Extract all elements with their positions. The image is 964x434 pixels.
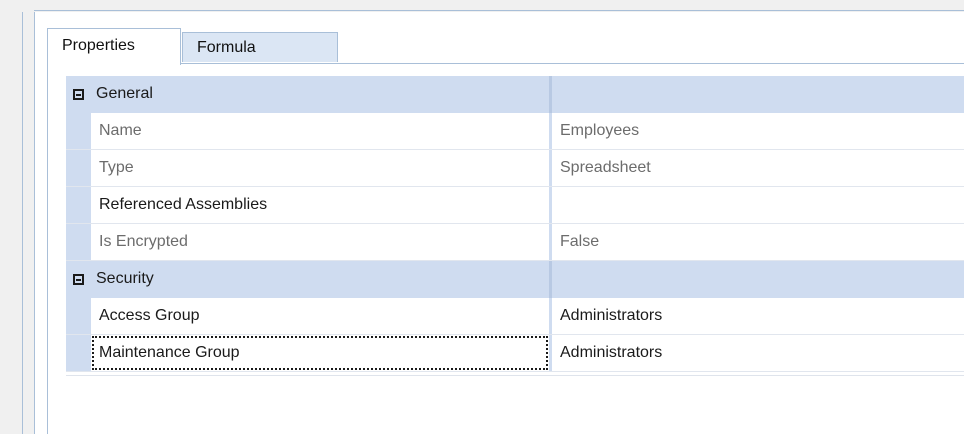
property-name: Is Encrypted bbox=[99, 233, 188, 250]
panel-border bbox=[47, 63, 48, 434]
left-rail-inner bbox=[34, 12, 35, 434]
property-row-access-group[interactable]: Access Group Administrators bbox=[66, 298, 964, 335]
tab-formula[interactable]: Formula bbox=[182, 32, 338, 62]
category-security[interactable]: Security bbox=[66, 261, 964, 298]
property-value[interactable] bbox=[552, 187, 964, 223]
property-row-type[interactable]: Type Spreadsheet bbox=[66, 150, 964, 187]
collapse-icon[interactable] bbox=[73, 89, 84, 100]
property-value[interactable]: Spreadsheet bbox=[552, 150, 964, 186]
property-value[interactable]: False bbox=[552, 224, 964, 260]
collapse-icon[interactable] bbox=[73, 274, 84, 285]
tab-underline bbox=[47, 63, 964, 64]
column-splitter[interactable] bbox=[549, 261, 552, 298]
category-label: General bbox=[96, 85, 153, 102]
property-row-referenced-assemblies[interactable]: Referenced Assemblies bbox=[66, 187, 964, 224]
property-name: Referenced Assemblies bbox=[99, 196, 268, 213]
property-grid: General Name Employees Type Spreadsheet … bbox=[66, 76, 964, 372]
property-value[interactable]: Employees bbox=[552, 113, 964, 149]
grid-bottom-border bbox=[66, 375, 964, 376]
left-gutter bbox=[0, 0, 34, 434]
column-splitter[interactable] bbox=[549, 76, 552, 113]
top-strip bbox=[0, 0, 964, 12]
property-row-is-encrypted[interactable]: Is Encrypted False bbox=[66, 224, 964, 261]
property-name: Access Group bbox=[99, 307, 200, 324]
property-value[interactable]: Administrators bbox=[552, 335, 964, 371]
category-general[interactable]: General bbox=[66, 76, 964, 113]
property-name: Type bbox=[99, 159, 134, 176]
property-row-name[interactable]: Name Employees bbox=[66, 113, 964, 150]
left-rail bbox=[22, 12, 23, 434]
category-label: Security bbox=[96, 270, 154, 287]
property-value[interactable]: Administrators bbox=[552, 298, 964, 334]
property-name-selected: Maintenance Group bbox=[91, 335, 549, 371]
top-rule bbox=[34, 10, 964, 11]
property-name: Name bbox=[99, 122, 142, 139]
tab-properties[interactable]: Properties bbox=[47, 28, 181, 65]
property-row-maintenance-group[interactable]: Maintenance Group Administrators bbox=[66, 335, 964, 372]
